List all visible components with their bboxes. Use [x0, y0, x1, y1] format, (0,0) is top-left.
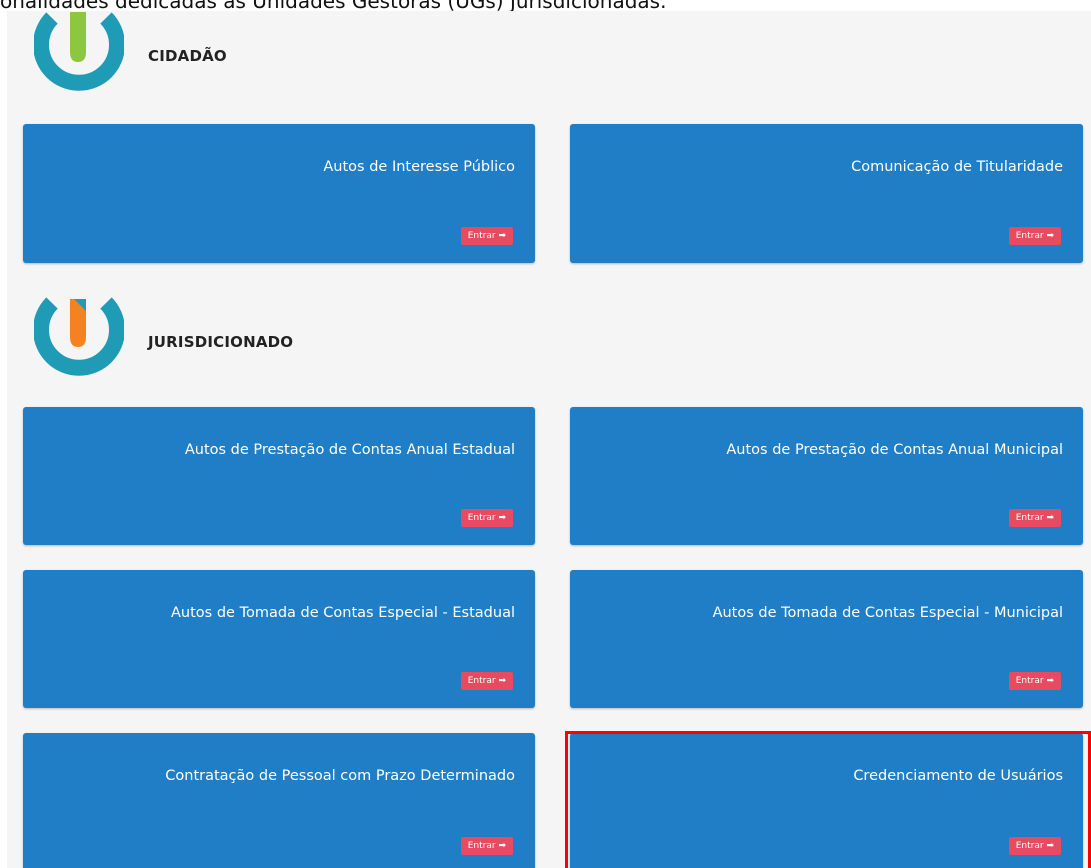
enter-button[interactable]: Entrar ➡	[460, 672, 513, 690]
enter-button[interactable]: Entrar ➡	[460, 509, 513, 527]
section-header-cidadao: CIDADÃO	[34, 12, 334, 92]
enter-button[interactable]: Entrar ➡	[1008, 837, 1061, 855]
section-title-cidadao: CIDADÃO	[148, 47, 227, 65]
card-prestacao-contas-estadual[interactable]: Autos de Prestação de Contas Anual Estad…	[23, 407, 535, 545]
card-contratacao-pessoal[interactable]: Contratação de Pessoal com Prazo Determi…	[23, 733, 535, 868]
card-autos-interesse-publico[interactable]: Autos de Interesse Público Entrar ➡	[23, 124, 535, 263]
card-title: Credenciamento de Usuários	[853, 768, 1063, 784]
card-title: Contratação de Pessoal com Prazo Determi…	[165, 768, 515, 784]
enter-button[interactable]: Entrar ➡	[1008, 509, 1061, 527]
card-title: Autos de Prestação de Contas Anual Estad…	[184, 442, 515, 458]
card-prestacao-contas-municipal[interactable]: Autos de Prestação de Contas Anual Munic…	[570, 407, 1083, 545]
section-title-jurisdicionado: JURISDICIONADO	[148, 333, 294, 351]
card-title: Autos de Tomada de Contas Especial - Mun…	[712, 605, 1063, 621]
jurisdicionado-logo-icon	[34, 297, 124, 376]
card-title: Autos de Interesse Público	[323, 159, 515, 175]
card-comunicacao-titularidade[interactable]: Comunicação de Titularidade Entrar ➡	[570, 124, 1083, 263]
card-tomada-contas-municipal[interactable]: Autos de Tomada de Contas Especial - Mun…	[570, 570, 1083, 708]
services-panel: CIDADÃO Autos de Interesse Público Entra…	[7, 11, 1091, 868]
enter-button[interactable]: Entrar ➡	[460, 837, 513, 855]
card-title: Autos de Tomada de Contas Especial - Est…	[171, 605, 515, 621]
enter-button[interactable]: Entrar ➡	[1008, 227, 1061, 245]
card-tomada-contas-estadual[interactable]: Autos de Tomada de Contas Especial - Est…	[23, 570, 535, 708]
card-credenciamento-usuarios[interactable]: Credenciamento de Usuários Entrar ➡	[570, 733, 1083, 868]
enter-button[interactable]: Entrar ➡	[1008, 672, 1061, 690]
card-title: Comunicação de Titularidade	[851, 159, 1063, 175]
enter-button[interactable]: Entrar ➡	[460, 227, 513, 245]
card-title: Autos de Prestação de Contas Anual Munic…	[726, 442, 1063, 458]
section-header-jurisdicionado: JURISDICIONADO	[34, 297, 354, 377]
cidadao-logo-icon	[34, 12, 124, 91]
